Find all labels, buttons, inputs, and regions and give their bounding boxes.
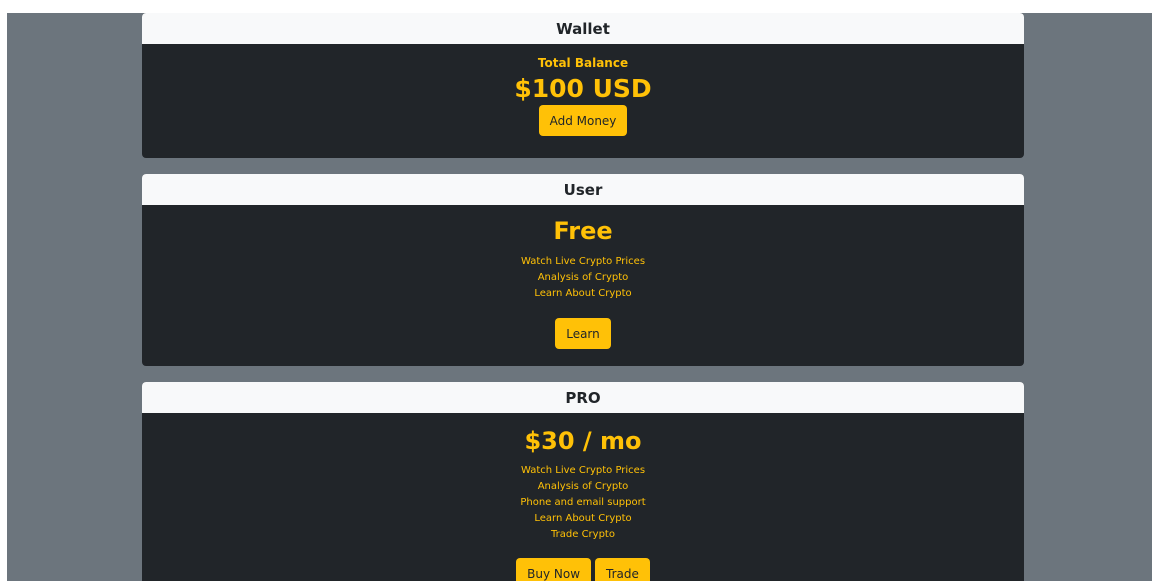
feature-item: Trade Crypto xyxy=(551,529,615,540)
wallet-card: Wallet Total Balance $100 USD Add Money xyxy=(142,13,1024,158)
balance-amount: $100 USD xyxy=(514,74,652,103)
add-money-button[interactable]: Add Money xyxy=(538,105,628,136)
feature-item: Watch Live Crypto Prices xyxy=(520,256,646,267)
user-plan-body: Free Watch Live Crypto Prices Analysis o… xyxy=(142,205,1024,349)
feature-item: Analysis of Crypto xyxy=(537,481,629,492)
feature-item: Watch Live Crypto Prices xyxy=(520,465,646,476)
wallet-card-header: Wallet xyxy=(142,13,1024,44)
user-plan-features: Watch Live Crypto Prices Analysis of Cry… xyxy=(521,254,645,302)
total-balance-label: Total Balance xyxy=(537,56,629,70)
user-plan-card: User Free Watch Live Crypto Prices Analy… xyxy=(142,174,1024,366)
pro-plan-card: PRO $30 / mo Watch Live Crypto Prices An… xyxy=(142,382,1024,581)
pro-plan-body: $30 / mo Watch Live Crypto Prices Analys… xyxy=(142,413,1024,581)
page-background: Wallet Total Balance $100 USD Add Money … xyxy=(7,11,1152,581)
feature-item: Learn About Crypto xyxy=(534,513,632,524)
pro-plan-header: PRO xyxy=(142,382,1024,413)
wallet-card-body: Total Balance $100 USD Add Money xyxy=(142,44,1024,136)
plan-name: Free xyxy=(553,217,613,245)
feature-item: Analysis of Crypto xyxy=(537,272,629,283)
learn-button[interactable]: Learn xyxy=(555,318,611,349)
buy-now-button[interactable]: Buy Now xyxy=(516,558,592,581)
pro-plan-actions: Buy Now Trade xyxy=(516,558,650,581)
user-plan-header: User xyxy=(142,174,1024,205)
pro-price: $30 / mo xyxy=(524,427,642,455)
trade-button[interactable]: Trade xyxy=(595,558,650,581)
pro-plan-features: Watch Live Crypto Prices Analysis of Cry… xyxy=(520,463,645,543)
feature-item: Phone and email support xyxy=(520,497,646,508)
feature-item: Learn About Crypto xyxy=(534,288,632,299)
